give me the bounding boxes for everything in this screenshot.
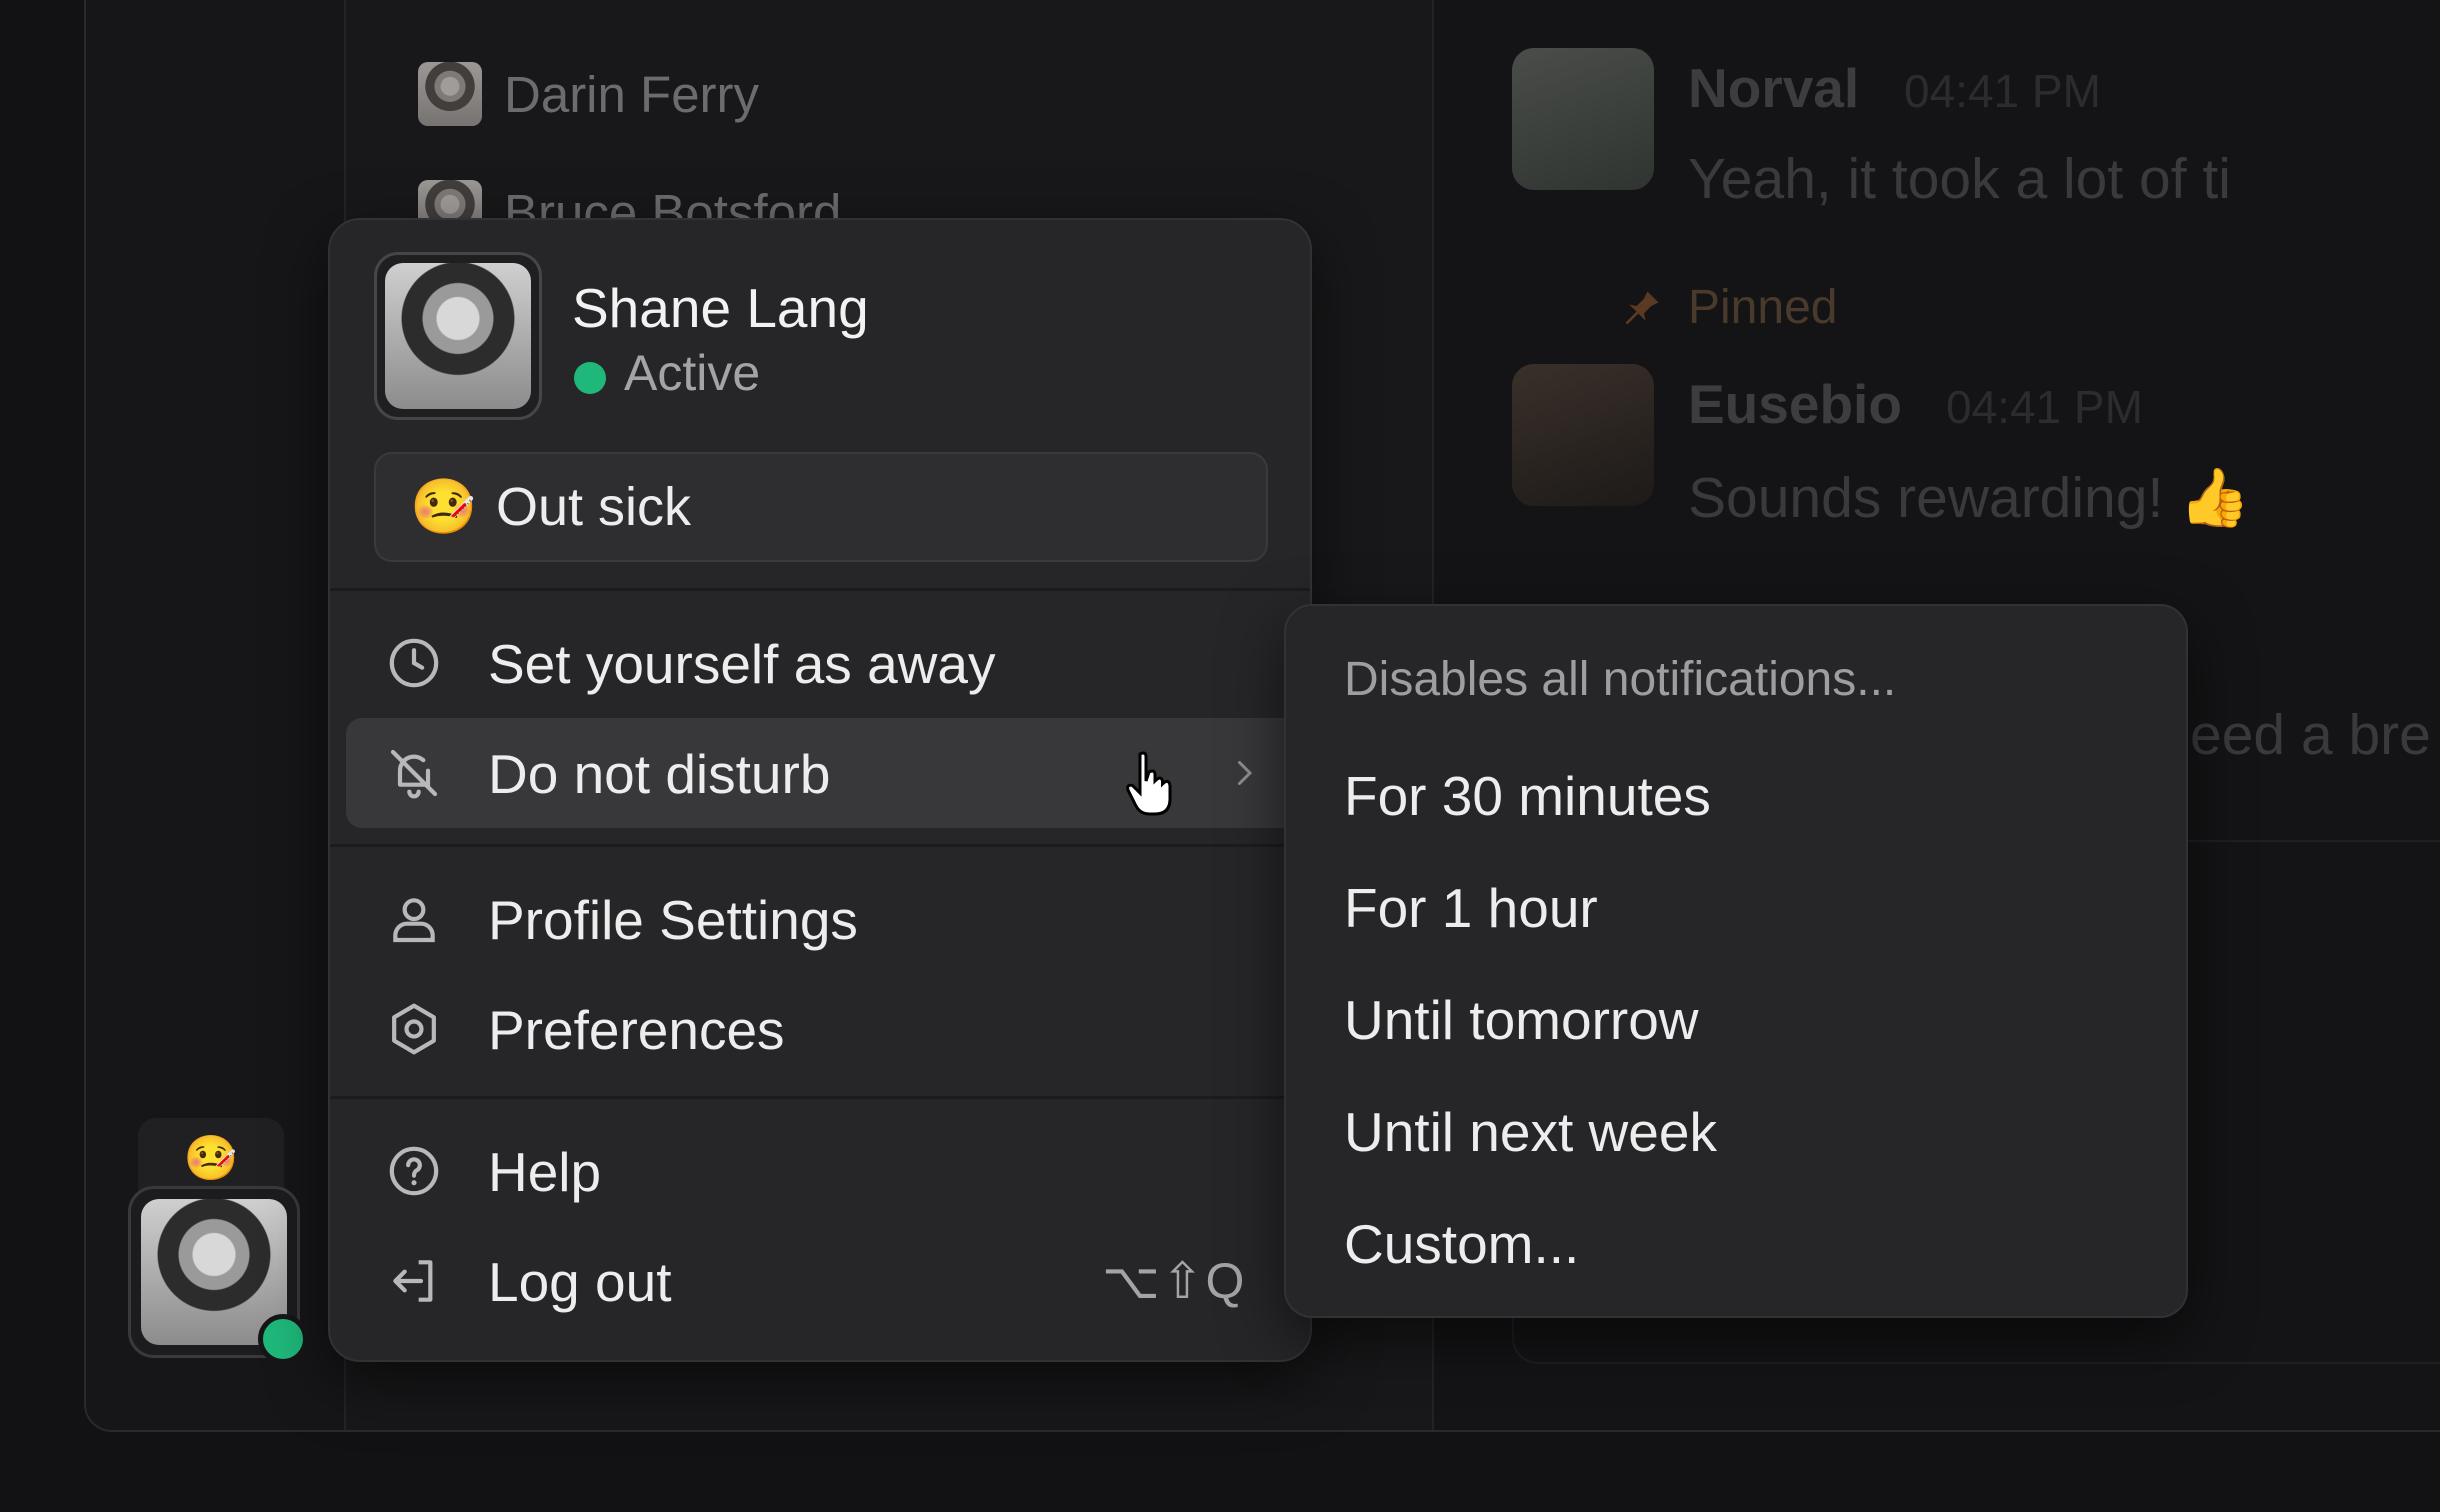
do-not-disturb-submenu: Disables all notifications... For 30 min… [1284,604,2188,1318]
logout-icon [393,1260,433,1302]
pinned-label: Pinned [1688,281,1838,334]
help-label: Help [488,1141,602,1203]
custom-status-text: Out sick [496,477,692,537]
avatar [385,263,531,409]
menu-avatar [374,252,542,420]
help-circle-icon [389,1146,439,1196]
profile-menu: Shane Lang Active 🤒 Out sick Set yoursel… [328,218,1312,1362]
message-text: Yeah, it took a lot of ti [1688,147,2231,211]
do-not-disturb-label: Do not disturb [488,743,831,805]
message-author: Eusebio [1688,373,1902,435]
dnd-option-until-tomorrow[interactable]: Until tomorrow [1344,988,1699,1052]
profile-settings-item[interactable]: Profile Settings [346,864,1336,974]
user-status: Active [624,345,761,401]
avatar [418,62,482,126]
active-status-dot [574,362,606,394]
submenu-header: Disables all notifications... [1344,653,1897,706]
message-time: 04:41 PM [1904,65,2101,117]
divider [330,588,1310,591]
custom-status-emoji: 🤒 [410,477,478,537]
user-name: Shane Lang [572,277,869,339]
clock-icon [389,638,439,688]
message-text: eed a bre [2190,703,2431,767]
dnd-option-30-minutes[interactable]: For 30 minutes [1344,764,1711,828]
status-emoji: 🤒 [183,1134,239,1183]
logout-label: Log out [488,1251,672,1313]
avatar [1512,48,1654,190]
logout-shortcut: ⌥⇧Q [1102,1253,1247,1309]
dnd-option-1-hour[interactable]: For 1 hour [1344,876,1598,940]
person-icon [393,898,435,943]
status-dot [258,1314,308,1364]
avatar [1512,364,1654,506]
profile-settings-label: Profile Settings [488,889,858,951]
hand-cursor-icon [1126,751,1172,816]
chevron-right-icon [1238,761,1253,785]
divider [330,844,1310,847]
set-away-label: Set yourself as away [488,633,996,695]
dnd-option-custom[interactable]: Custom... [1344,1212,1579,1276]
member-item[interactable]: Darin Ferry [418,62,759,126]
pin-icon [1625,291,1659,325]
message-time: 04:41 PM [1946,381,2143,433]
logout-item[interactable]: Log out ⌥⇧Q [346,1226,1296,1336]
do-not-disturb-item[interactable]: Do not disturb [346,718,1306,828]
preferences-label: Preferences [488,999,785,1061]
message-author: Norval [1688,57,1860,119]
dnd-option-until-next-week[interactable]: Until next week [1344,1100,1717,1164]
custom-status-field[interactable]: 🤒 Out sick [374,452,1268,562]
set-away-item[interactable]: Set yourself as away [346,608,1336,718]
preferences-item[interactable]: Preferences [346,974,1336,1084]
message-text: Sounds rewarding! 👍 [1688,466,2251,530]
hexagon-settings-icon [392,1003,436,1055]
help-item[interactable]: Help [346,1116,1336,1226]
member-name: Darin Ferry [504,65,760,123]
bell-off-icon [390,749,438,799]
divider [330,1096,1310,1099]
